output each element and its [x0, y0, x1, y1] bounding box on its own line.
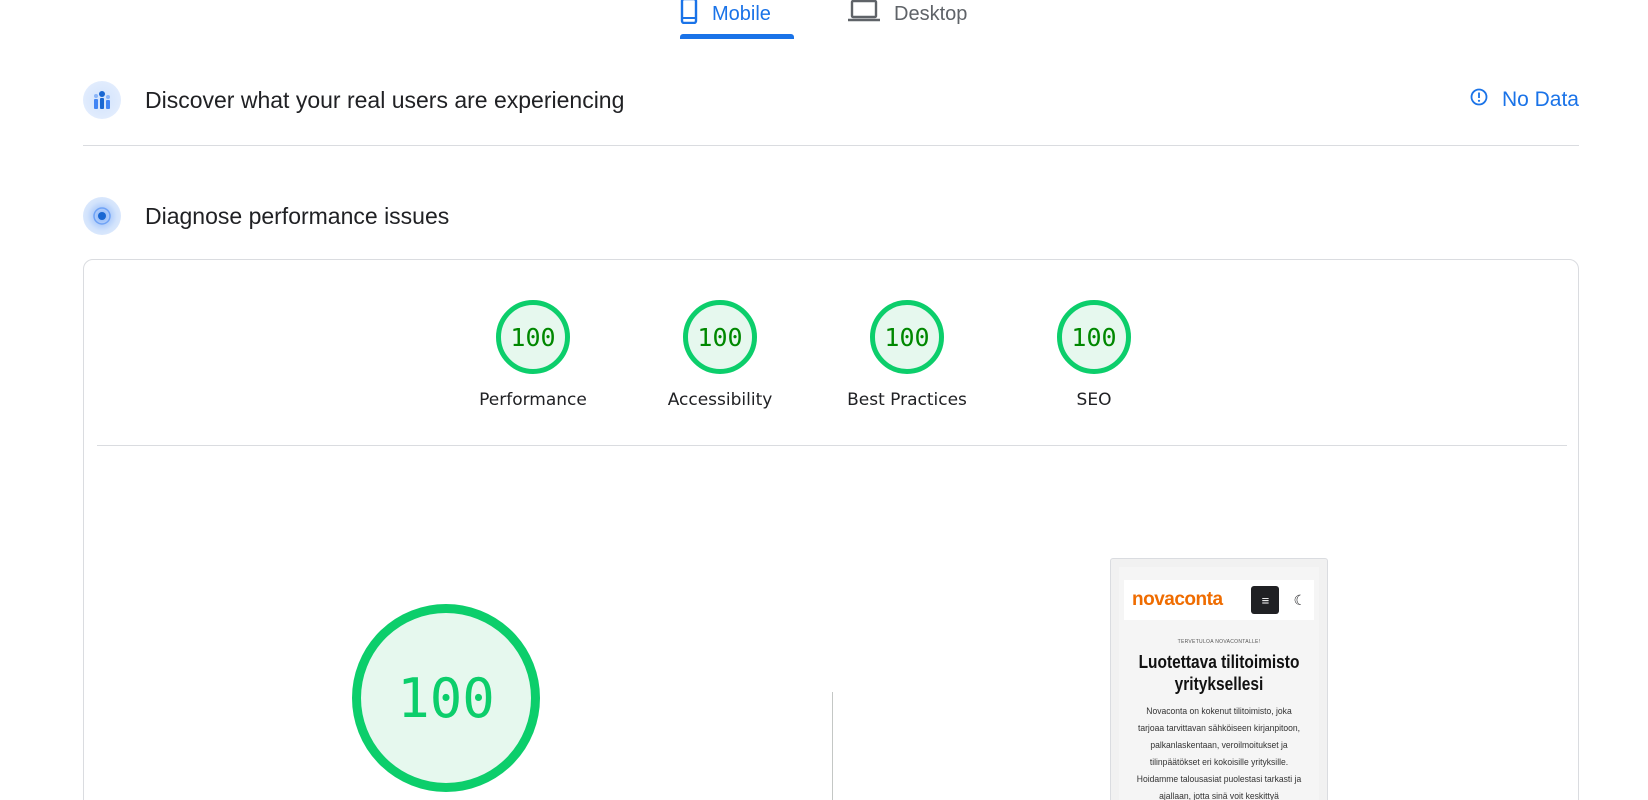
users-chart-icon	[83, 81, 121, 119]
lab-data-section: Diagnose performance issues	[83, 194, 1579, 238]
gauge-label: Performance	[479, 390, 587, 410]
laptop-icon	[848, 0, 880, 28]
category-gauges: 100 Performance 100 Accessibility 100 Be…	[84, 300, 1578, 430]
gauge-score: 100	[683, 300, 757, 374]
tab-mobile-label: Mobile	[712, 2, 771, 25]
no-data-link[interactable]: No Data	[1470, 88, 1579, 112]
screenshot-kicker: TERVETULOA NOVACONTALLE!	[1177, 639, 1261, 645]
screenshot-logo: novaconta	[1132, 589, 1223, 610]
gauge-score: 100	[496, 300, 570, 374]
lighthouse-report-card: 100 Performance 100 Accessibility 100 Be…	[83, 259, 1579, 800]
active-tab-indicator	[680, 34, 794, 39]
smartphone-icon	[680, 0, 698, 30]
final-screenshot: novaconta ≡ ☾ TERVETULOA NOVACONTALLE! L…	[1110, 558, 1328, 800]
gauge-seo[interactable]: 100 SEO	[1014, 300, 1174, 410]
gauge-label: Accessibility	[667, 390, 773, 410]
gauge-score: 100	[1057, 300, 1131, 374]
radar-icon	[83, 197, 121, 235]
gauge-accessibility[interactable]: 100 Accessibility	[640, 300, 800, 410]
section-divider	[83, 145, 1579, 146]
gauge-label: Best Practices	[847, 390, 967, 410]
hamburger-menu-icon: ≡	[1251, 586, 1280, 614]
info-circle-icon	[1470, 88, 1488, 112]
card-divider	[97, 445, 1567, 446]
moon-icon: ☾	[1293, 591, 1306, 608]
gauge-score: 100	[870, 300, 944, 374]
tab-desktop[interactable]: Desktop	[848, 0, 967, 40]
device-tabs: Mobile Desktop	[0, 0, 1648, 42]
gauge-performance[interactable]: 100 Performance	[453, 300, 613, 410]
performance-score-gauge: 100	[352, 604, 540, 792]
screenshot-title: Luotettava tilitoimisto yrityksellesi	[1138, 652, 1300, 694]
no-data-label: No Data	[1501, 88, 1579, 111]
field-data-title: Discover what your real users are experi…	[145, 86, 625, 113]
gauge-best-practices[interactable]: 100 Best Practices	[827, 300, 987, 410]
field-data-section: Discover what your real users are experi…	[83, 78, 1579, 122]
tab-desktop-label: Desktop	[894, 2, 968, 25]
lab-data-title: Diagnose performance issues	[145, 202, 450, 229]
gauge-label: SEO	[1076, 390, 1112, 410]
screenshot-body: Novaconta on kokenut tilitoimisto, joka …	[1136, 706, 1302, 800]
vertical-divider	[832, 692, 833, 800]
screenshot-page: novaconta ≡ ☾ TERVETULOA NOVACONTALLE! L…	[1119, 567, 1319, 800]
screenshot-header: novaconta ≡ ☾	[1124, 580, 1314, 620]
